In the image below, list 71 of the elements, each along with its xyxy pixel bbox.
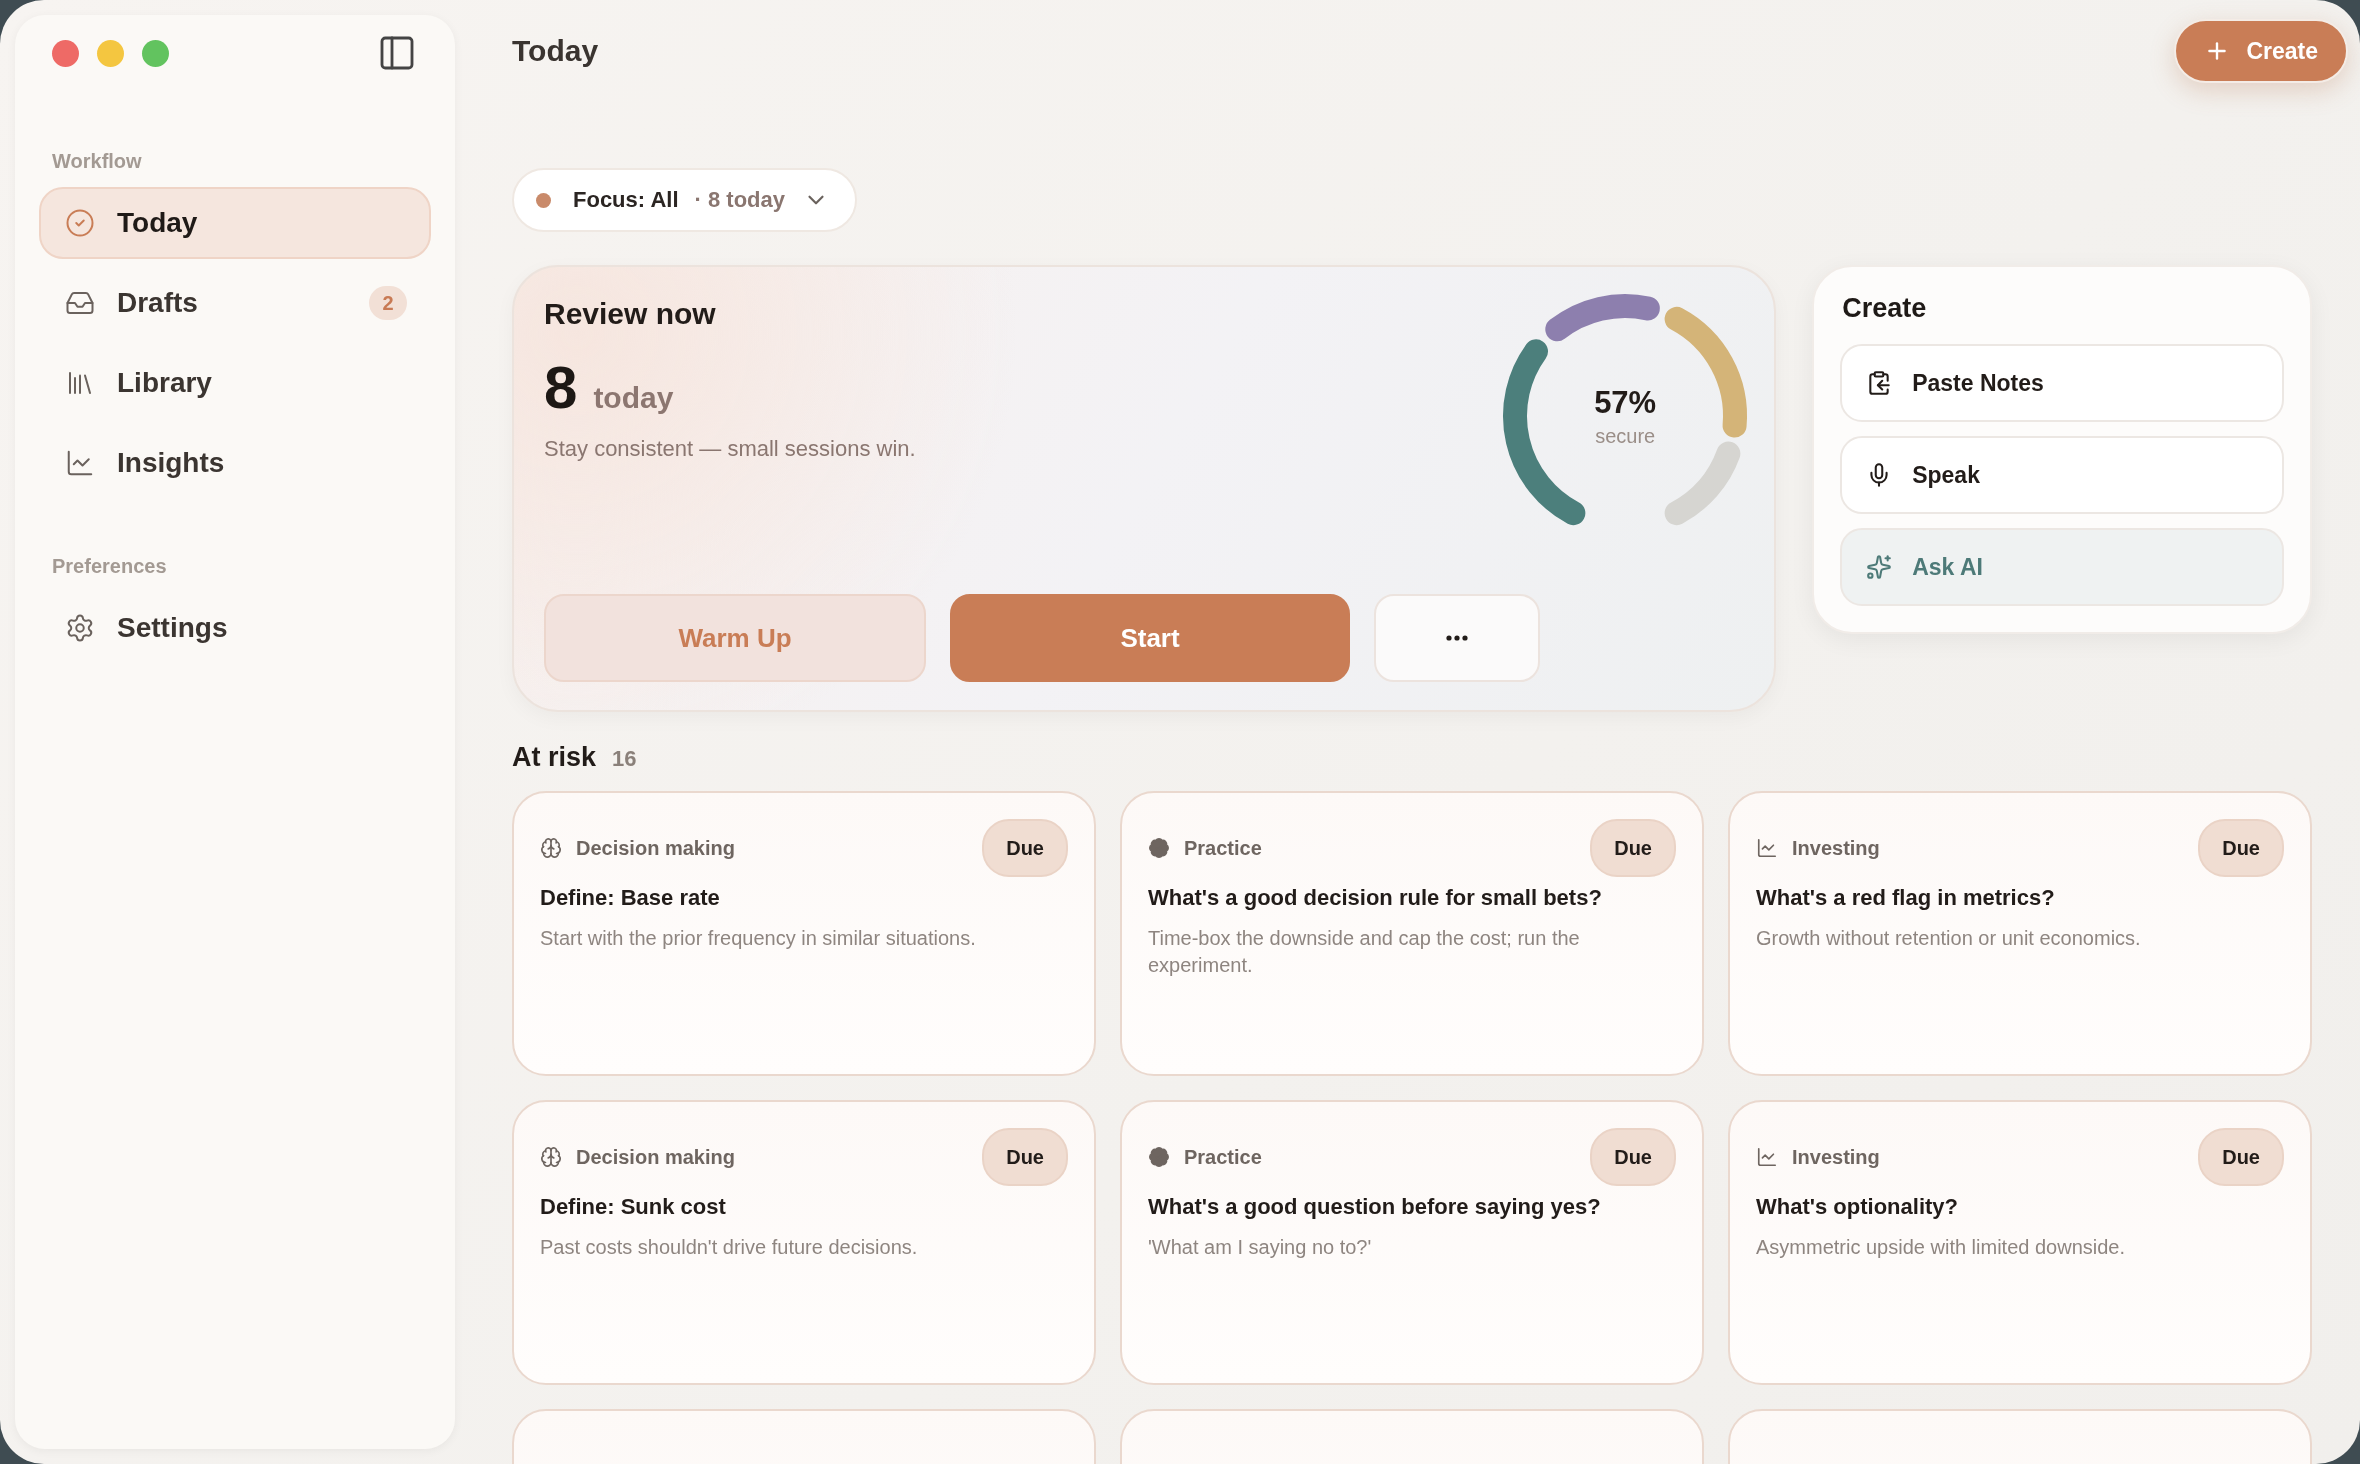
- due-badge: Due: [2198, 1128, 2284, 1186]
- due-badge: Due: [1590, 1128, 1676, 1186]
- sidebar-item[interactable]: Settings: [39, 592, 431, 664]
- card-category: Investing: [1792, 1145, 1881, 1169]
- create-action-button[interactable]: Paste Notes: [1840, 344, 2284, 422]
- sidebar-item[interactable]: Today: [39, 187, 431, 259]
- card-body: 'What am I saying no to?': [1148, 1235, 1373, 1260]
- card-category: Practice: [1184, 836, 1263, 860]
- due-badge: Due: [2198, 819, 2284, 877]
- card-title: Define: Base rate: [540, 885, 721, 911]
- sidebar-section-label: Preferences: [51, 555, 168, 578]
- card-category: Decision making: [576, 1145, 736, 1169]
- sparkles-icon: [1866, 554, 1893, 580]
- percent-value: 57%: [1594, 384, 1657, 421]
- sidebar-item[interactable]: Insights: [39, 427, 431, 499]
- check-circle-icon: [65, 208, 95, 238]
- sidebar-item[interactable]: Drafts 2: [39, 267, 431, 339]
- review-title: Review now: [544, 297, 717, 331]
- due-badge: Due: [982, 1128, 1068, 1186]
- create-action-button[interactable]: Speak: [1840, 436, 2284, 514]
- review-subtitle: Stay consistent — small sessions win.: [544, 436, 916, 462]
- line-chart-icon: [1756, 837, 1778, 859]
- flashcard[interactable]: Practice Due What's a good decision rule for small bets? Time-box the downside and cap the cost; run the experiment.: [1120, 791, 1704, 1076]
- page-title: Today: [512, 34, 599, 68]
- card-body: Past costs shouldn't drive future decisions.: [540, 1235, 919, 1260]
- card-title: Define: Sunk cost: [540, 1194, 727, 1220]
- minimize-window-dot[interactable]: [97, 39, 124, 67]
- panel-title: Create: [1842, 293, 1928, 324]
- line-chart-icon: [1756, 1146, 1778, 1168]
- card-body: Asymmetric upside with limited downside.: [1756, 1235, 2127, 1260]
- card-category: Practice: [1184, 1145, 1263, 1169]
- card-title: What's optionality?: [1756, 1194, 1959, 1220]
- card-title: What's a good decision rule for small bets?: [1148, 885, 1603, 911]
- brain-icon: [540, 837, 562, 859]
- due-badge: Due: [982, 819, 1068, 877]
- section-count: 16: [612, 746, 637, 772]
- sidebar-item-label: Insights: [117, 447, 226, 479]
- sidebar-item-label: Drafts: [117, 287, 199, 319]
- zoom-window-dot[interactable]: [142, 39, 169, 67]
- flashcard[interactable]: Decision making Due Define: Sunk cost Past costs shouldn't drive future decisions.: [512, 1100, 1096, 1385]
- flashcard[interactable]: Investing Due What's a red flag in metrics? Growth without retention or unit economics.: [1728, 791, 2312, 1076]
- card-body: Growth without retention or unit economics.: [1756, 926, 2142, 951]
- review-count: 8: [544, 353, 578, 422]
- section-title: At risk: [512, 742, 597, 773]
- card-category: Investing: [1792, 836, 1881, 860]
- sidebar-section-label: Workflow: [51, 150, 143, 173]
- review-unit: today: [593, 381, 674, 415]
- focus-filter-dropdown[interactable]: Focus: All · 8 today: [512, 168, 857, 232]
- sidebar-item-label: Library: [117, 367, 213, 399]
- sidebar-item-label: Settings: [117, 612, 229, 644]
- card-title: What's a red flag in metrics?: [1756, 885, 2056, 911]
- flashcard[interactable]: Practice Due What's a good question before saying yes? 'What am I saying no to?': [1120, 1100, 1704, 1385]
- flashcard[interactable]: Decision making Due Define: Base rate Start with the prior frequency in similar situations.: [512, 791, 1096, 1076]
- card-title: What's a good question before saying yes?: [1148, 1194, 1602, 1220]
- percent-label: secure: [1595, 424, 1656, 448]
- more-button[interactable]: [1374, 594, 1540, 682]
- card-body: Start with the prior frequency in similar situations.: [540, 926, 977, 951]
- settings-icon: [65, 613, 95, 643]
- count-badge: 2: [369, 286, 407, 320]
- card-category: Decision making: [576, 836, 736, 860]
- close-window-dot[interactable]: [52, 39, 79, 67]
- sidebar-item-label: Today: [117, 207, 199, 239]
- due-badge: Due: [1590, 819, 1676, 877]
- flashcard[interactable]: Investing Due What's optionality? Asymmetric upside with limited downside.: [1728, 1100, 2312, 1385]
- brain-icon: [540, 1146, 562, 1168]
- clipboard-icon: [1866, 370, 1893, 396]
- line-chart-icon: [65, 448, 95, 478]
- card-body: Time-box the downside and cap the cost; run the experiment.: [1148, 926, 1581, 978]
- create-action-button[interactable]: Ask AI: [1840, 528, 2284, 606]
- more-icon: [1446, 635, 1468, 641]
- sidebar-item[interactable]: Library: [39, 347, 431, 419]
